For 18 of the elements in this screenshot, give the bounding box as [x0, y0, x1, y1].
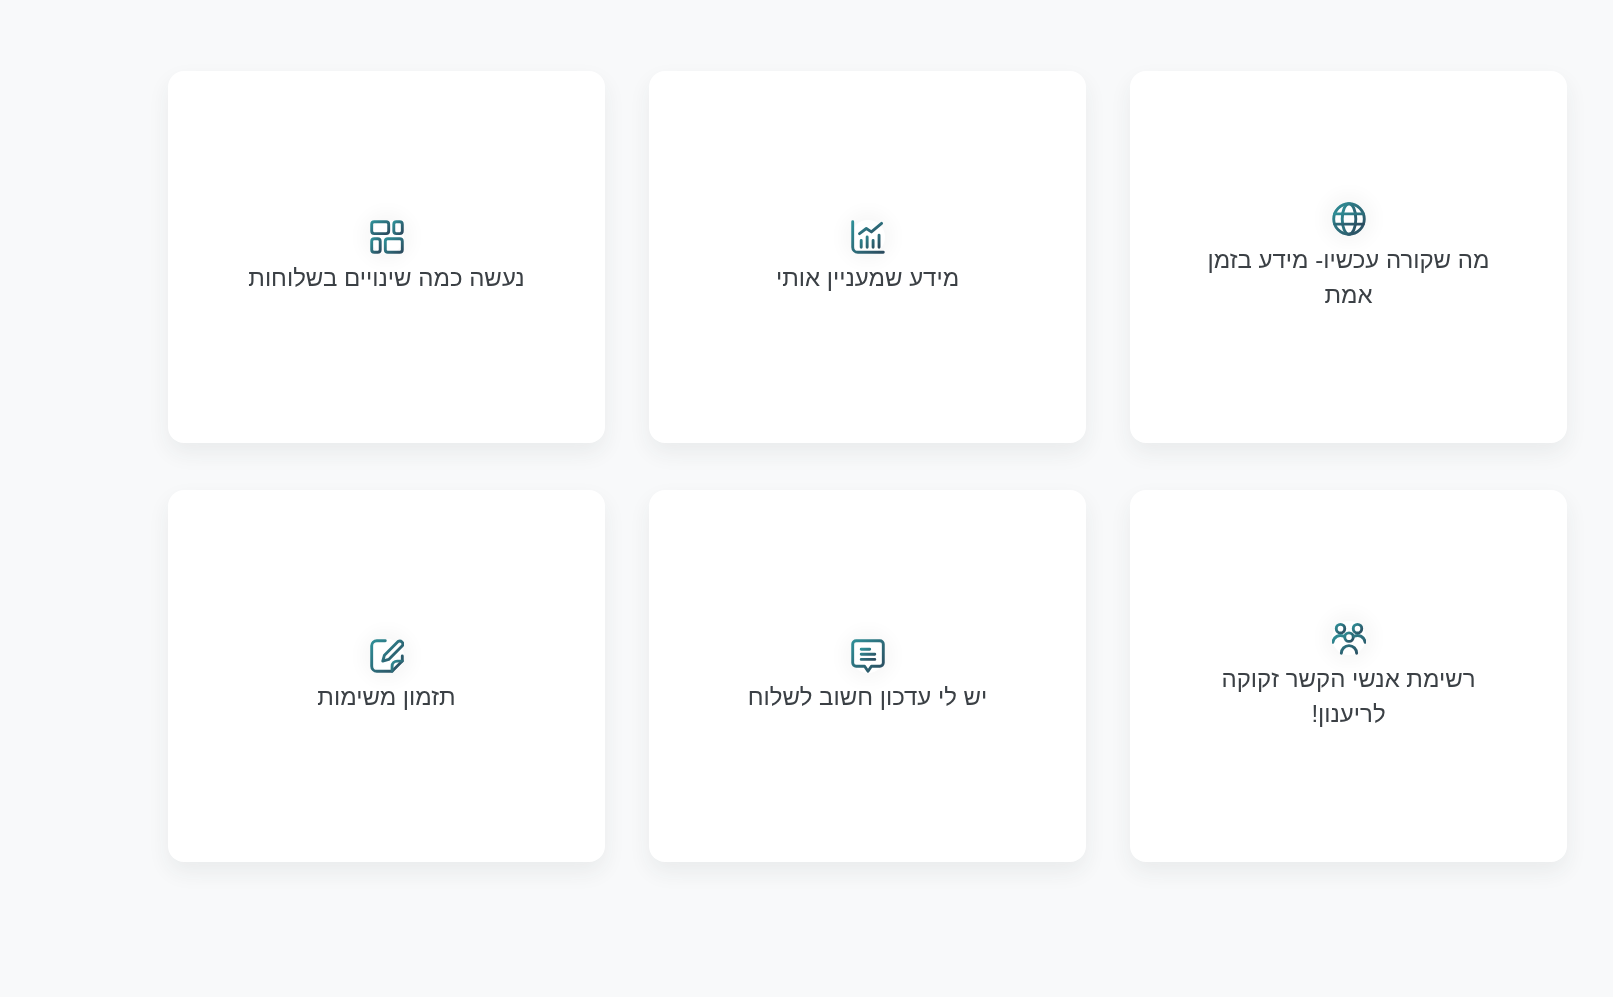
- feature-card[interactable]: נעשה כמה שינויים בשלוחות: [168, 71, 605, 443]
- card-title: יש לי עדכון חשוב לשלוח: [747, 681, 988, 712]
- message-icon: [850, 638, 885, 673]
- dashboard-icon: [369, 219, 404, 254]
- globe-icon: [1331, 202, 1366, 236]
- card-title: מה שקורה עכשיו- מידע בזמן אמת: [1206, 245, 1491, 310]
- card-title: מידע שמעניין אותי: [775, 262, 960, 293]
- feature-card[interactable]: יש לי עדכון חשוב לשלוח: [649, 490, 1086, 862]
- card-title: רשימת אנשי הקשר זקוקה לריענון!: [1220, 664, 1477, 729]
- feature-card[interactable]: תזמון משימות: [168, 490, 605, 862]
- bar-chart-icon: [850, 219, 885, 254]
- feature-card[interactable]: מידע שמעניין אותי: [649, 71, 1086, 443]
- feature-card[interactable]: מה שקורה עכשיו- מידע בזמן אמת: [1130, 71, 1567, 443]
- edit-icon: [369, 638, 404, 673]
- card-title: נעשה כמה שינויים בשלוחות: [248, 262, 525, 293]
- card-title: תזמון משימות: [317, 681, 456, 712]
- people-icon: [1331, 621, 1366, 655]
- feature-card[interactable]: רשימת אנשי הקשר זקוקה לריענון!: [1130, 490, 1567, 862]
